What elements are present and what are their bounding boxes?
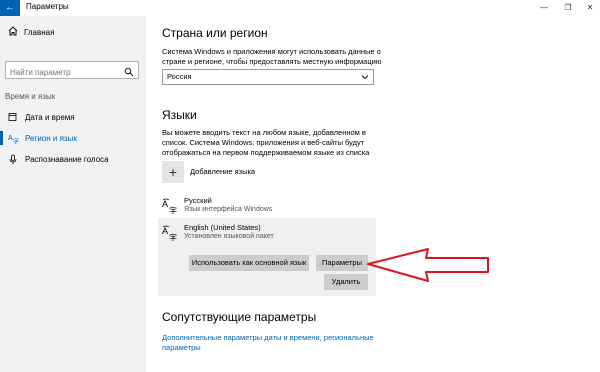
set-default-language-button[interactable]: Использовать как основной язык: [189, 255, 309, 271]
language-options-button[interactable]: Параметры: [316, 255, 368, 271]
svg-text:A: A: [162, 226, 168, 236]
add-language-button[interactable]: +: [162, 161, 184, 183]
active-indicator: [0, 131, 3, 145]
related-link-line2[interactable]: параметры: [162, 343, 201, 353]
search-input[interactable]: [6, 64, 122, 81]
language-icon: A字: [162, 198, 178, 219]
plus-icon: +: [168, 164, 178, 180]
sidebar-item-label: Распознавание голоса: [25, 154, 109, 164]
svg-text:字: 字: [13, 137, 19, 144]
annotation-arrow-shape: [367, 248, 489, 282]
sidebar-item-region-language[interactable]: A字 Регион и язык: [0, 128, 146, 148]
search-icon: [124, 64, 134, 82]
language-name: Русский: [184, 196, 212, 205]
language-icon: A字: [162, 225, 178, 246]
language-status: Язык интерфейса Windows: [184, 206, 273, 213]
country-select-value: Россия: [167, 72, 192, 81]
add-language-label[interactable]: Добавление языка: [190, 167, 255, 176]
language-name: English (United States): [184, 223, 261, 232]
home-icon: [8, 26, 18, 38]
languages-section-title: Языки: [162, 108, 197, 122]
languages-description-line2: список. Система Windows, приложения и ве…: [162, 138, 365, 147]
sidebar-item-speech[interactable]: Распознавание голоса: [0, 149, 146, 169]
search-box[interactable]: [5, 61, 139, 82]
minimize-icon: —: [540, 3, 548, 12]
calendar-clock-icon: [7, 112, 19, 122]
related-link-line1[interactable]: Дополнительные параметры даты и времени,…: [162, 333, 374, 343]
sidebar-item-home[interactable]: Главная: [8, 26, 54, 38]
back-button[interactable]: ←: [0, 0, 20, 16]
languages-description-line1: Вы можете вводить текст на любом языке, …: [162, 128, 366, 137]
related-settings-title: Сопутствующие параметры: [162, 310, 317, 324]
annotation-arrow: [367, 248, 489, 282]
title-bar: ← Параметры — ❐ ✕: [0, 0, 600, 16]
main-content: Страна или регион Система Windows и прил…: [146, 16, 600, 372]
country-description-line2: стране и регионе, чтобы предоставлять ме…: [162, 57, 382, 66]
sidebar-section-label: Время и язык: [5, 92, 56, 101]
region-language-icon: A字: [7, 133, 19, 144]
language-item-russian[interactable]: A字 Русский Язык интерфейса Windows: [162, 196, 374, 218]
minimize-button[interactable]: —: [534, 1, 554, 15]
country-description-line1: Система Windows и приложения могут испол…: [162, 47, 381, 56]
svg-text:A: A: [162, 199, 168, 209]
language-status: Установлен языковой пакет: [184, 233, 274, 240]
close-icon: ✕: [586, 3, 594, 12]
sidebar-item-label: Регион и язык: [25, 133, 77, 143]
restore-icon: ❐: [564, 3, 572, 12]
sidebar-item-label: Дата и время: [25, 112, 75, 122]
microphone-icon: [7, 154, 19, 165]
sidebar-item-date-time[interactable]: Дата и время: [0, 107, 146, 127]
maximize-button[interactable]: ❐: [558, 1, 578, 15]
language-item-english[interactable]: A字 English (United States) Установлен яз…: [162, 223, 374, 245]
country-section-title: Страна или регион: [162, 26, 268, 40]
remove-language-button[interactable]: Удалить: [324, 274, 368, 290]
back-arrow-icon: ←: [5, 2, 15, 13]
sidebar: Главная Время и язык Дата и время A字 Рег…: [0, 16, 146, 372]
languages-description-line3: отображаться на первом поддерживаемом яз…: [162, 148, 370, 157]
chevron-down-icon: [361, 70, 369, 89]
window-title: Параметры: [26, 2, 69, 11]
sidebar-home-label: Главная: [24, 27, 55, 37]
svg-text:字: 字: [169, 233, 177, 242]
close-button[interactable]: ✕: [580, 1, 600, 15]
country-select[interactable]: Россия: [162, 69, 374, 85]
svg-text:字: 字: [169, 206, 177, 215]
